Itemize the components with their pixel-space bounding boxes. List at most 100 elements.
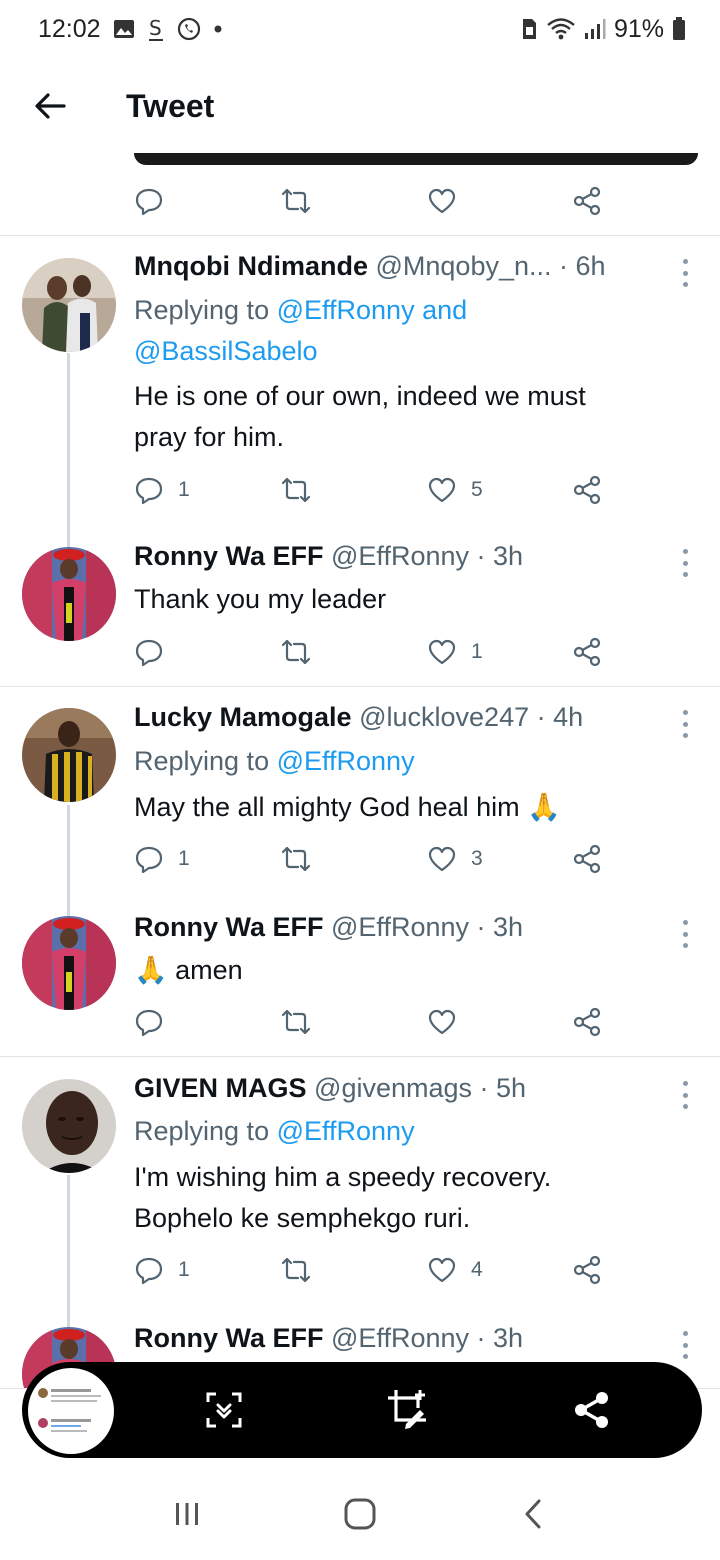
thread-line	[67, 353, 70, 549]
reply-button[interactable]: 1	[134, 475, 190, 505]
more-options-button[interactable]	[674, 545, 696, 581]
retweet-button[interactable]	[280, 1255, 312, 1285]
arrow-left-icon	[35, 93, 66, 119]
user-handle[interactable]: @lucklove247	[359, 702, 529, 732]
like-button[interactable]: 4	[427, 1256, 483, 1284]
tweet-header: Mnqobi Ndimande @Mnqoby_n... · 6h	[134, 251, 674, 282]
retweet-button[interactable]	[280, 186, 312, 216]
system-back-button[interactable]	[503, 1484, 563, 1544]
retweet-icon	[281, 477, 311, 503]
home-button[interactable]	[330, 1484, 390, 1544]
retweet-button[interactable]	[280, 1007, 312, 1037]
tweet-text-line: 🙏 amen	[134, 955, 243, 985]
reply-button[interactable]: 1	[134, 844, 190, 874]
user-handle[interactable]: @EffRonny	[331, 541, 469, 571]
retweet-icon	[281, 1009, 311, 1035]
reply-icon	[135, 477, 163, 505]
replying-link[interactable]: @EffRonny	[277, 1116, 415, 1146]
battery-percent: 91%	[613, 14, 664, 43]
share-button[interactable]	[572, 186, 602, 216]
reply-icon	[135, 1257, 163, 1285]
user-handle[interactable]: @EffRonny	[331, 1323, 469, 1353]
share-icon	[573, 844, 601, 874]
reply-icon	[135, 846, 163, 874]
reply-count: 1	[178, 847, 190, 870]
user-name[interactable]: Ronny Wa EFF	[134, 912, 324, 942]
screenshot-thumbnail[interactable]	[28, 1368, 114, 1454]
more-options-button[interactable]	[674, 255, 696, 291]
crop-edit-button[interactable]	[384, 1386, 432, 1434]
user-handle[interactable]: @EffRonny	[331, 912, 469, 942]
avatar[interactable]	[22, 258, 116, 352]
heart-icon	[428, 846, 456, 872]
share-icon	[573, 475, 601, 505]
reply-button[interactable]: 1	[134, 1255, 190, 1285]
retweet-button[interactable]	[280, 637, 312, 667]
replying-to: Replying to @EffRonny and @BassilSabelo	[134, 290, 674, 372]
like-button[interactable]	[427, 1008, 457, 1036]
gallery-icon	[113, 19, 135, 39]
reply-button[interactable]	[134, 1007, 164, 1037]
share-button[interactable]	[572, 1007, 602, 1037]
more-options-button[interactable]	[674, 706, 696, 742]
tweet-text-line: May the all mighty God heal him 🙏	[134, 792, 561, 822]
tweet-header: Ronny Wa EFF @EffRonny · 3h	[134, 1323, 674, 1354]
back-icon	[525, 1499, 541, 1529]
share-icon	[575, 1392, 608, 1428]
tweet-actions: 1 3	[134, 836, 614, 882]
tweet-time: · 3h	[476, 541, 524, 571]
tweet-media-bottom[interactable]	[134, 153, 698, 165]
like-button[interactable]	[427, 187, 457, 215]
more-options-button[interactable]	[674, 1327, 696, 1363]
heart-icon	[428, 188, 456, 214]
retweet-icon	[281, 188, 311, 214]
share-button[interactable]	[572, 844, 602, 874]
replying-link[interactable]: @EffRonny and	[277, 295, 468, 325]
avatar[interactable]	[22, 547, 116, 641]
like-button[interactable]: 1	[427, 638, 483, 666]
tweet-text: I'm wishing him a speedy recovery. Bophe…	[134, 1157, 674, 1239]
user-name[interactable]: Ronny Wa EFF	[134, 541, 324, 571]
more-options-button[interactable]	[674, 916, 696, 952]
divider	[0, 235, 720, 236]
heart-icon	[428, 1009, 456, 1035]
reply-button[interactable]	[134, 186, 164, 216]
tweet-header: Ronny Wa EFF @EffRonny · 3h	[134, 541, 674, 572]
retweet-button[interactable]	[280, 844, 312, 874]
share-icon	[573, 1007, 601, 1037]
back-button[interactable]	[20, 76, 80, 136]
more-options-button[interactable]	[674, 1077, 696, 1113]
user-name[interactable]: Ronny Wa EFF	[134, 1323, 324, 1353]
tweet-text: May the all mighty God heal him 🙏	[134, 787, 674, 828]
user-name[interactable]: Lucky Mamogale	[134, 702, 352, 732]
replying-link[interactable]: @BassilSabelo	[134, 336, 318, 366]
user-name[interactable]: Mnqobi Ndimande	[134, 251, 368, 281]
replying-link[interactable]: @EffRonny	[277, 746, 415, 776]
tweet-header: GIVEN MAGS @givenmags · 5h	[134, 1073, 674, 1104]
home-icon	[344, 1498, 376, 1530]
app-header: Tweet	[0, 58, 720, 154]
tweet-time: · 6h	[559, 251, 606, 281]
share-button[interactable]	[572, 1255, 602, 1285]
avatar[interactable]	[22, 708, 116, 802]
reply-button[interactable]	[134, 637, 164, 667]
user-handle[interactable]: @givenmags	[314, 1073, 472, 1103]
share-button[interactable]	[572, 637, 602, 667]
tweet-text-line: I'm wishing him a speedy recovery.	[134, 1162, 552, 1192]
share-button[interactable]	[572, 475, 602, 505]
avatar[interactable]	[22, 1079, 116, 1173]
divider	[0, 686, 720, 687]
tweet-actions: 1 4	[134, 1247, 614, 1293]
scroll-capture-button[interactable]	[200, 1386, 248, 1434]
avatar[interactable]	[22, 916, 116, 1010]
recents-button[interactable]	[157, 1484, 217, 1544]
crop-edit-icon	[388, 1390, 426, 1429]
user-handle[interactable]: @Mnqoby_n...	[376, 251, 552, 281]
like-button[interactable]: 3	[427, 845, 483, 873]
user-name[interactable]: GIVEN MAGS	[134, 1073, 307, 1103]
retweet-button[interactable]	[280, 475, 312, 505]
tweet-feed[interactable]: Mnqobi Ndimande @Mnqoby_n... · 6h Replyi…	[0, 153, 720, 1388]
tweet-actions: 1 5	[134, 467, 614, 513]
like-button[interactable]: 5	[427, 476, 483, 504]
share-screenshot-button[interactable]	[568, 1386, 616, 1434]
